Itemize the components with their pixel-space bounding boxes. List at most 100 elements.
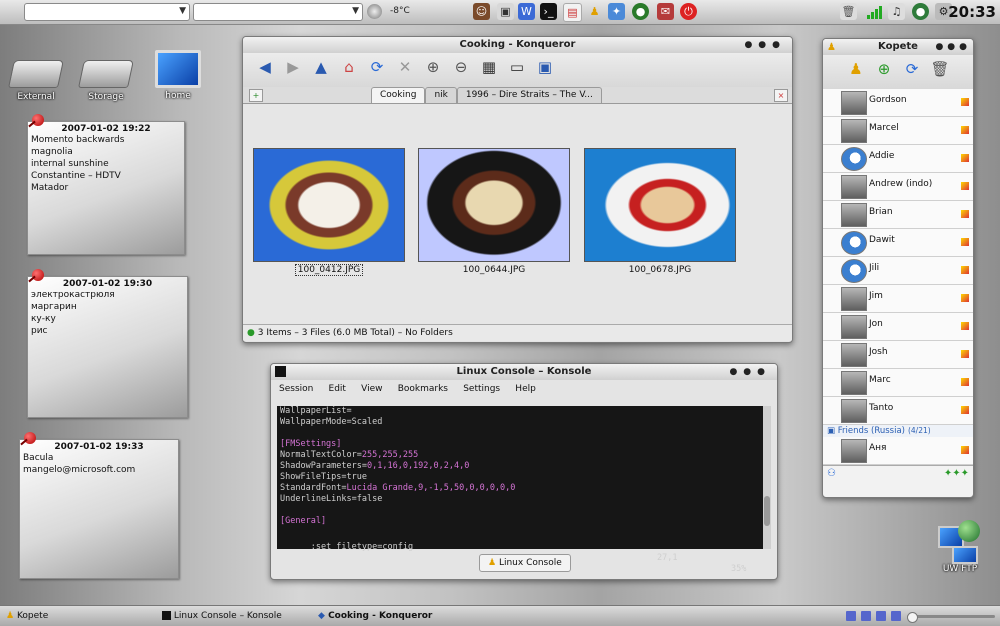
applications-icon[interactable]: ✦ [608, 3, 625, 20]
window-buttons[interactable]: ●●● [729, 364, 771, 380]
reload-icon[interactable]: ⟳ [900, 57, 924, 81]
icon-view-icon[interactable]: ▦ [477, 55, 501, 79]
reload-icon[interactable]: ⟳ [365, 55, 389, 79]
photo-thumbnail[interactable] [253, 148, 405, 262]
zoom-out-icon[interactable]: ⊖ [449, 55, 473, 79]
contact-item[interactable]: Dawit [823, 229, 973, 257]
desktop-icon-storage[interactable]: Storage [76, 52, 136, 102]
contact-item[interactable]: Andrew (indo) [823, 173, 973, 201]
task-konsole[interactable]: Linux Console – Konsole [162, 609, 282, 623]
tab-linux-console[interactable]: ♟ Linux Console [479, 554, 571, 572]
file-item[interactable]: 100_0644.JPG [418, 148, 570, 275]
trash-icon[interactable]: 🗑 [928, 57, 952, 81]
computer-icon[interactable]: ▣ [497, 3, 514, 20]
konqueror-tabbar: + Cooking nik 1996 – Dire Straits – The V.… [243, 87, 792, 104]
stop-icon[interactable]: ✕ [393, 55, 417, 79]
note-line: электрокастрюля [31, 290, 115, 300]
note-1[interactable]: 2007-01-02 19:22 Momento backwards magno… [27, 121, 185, 255]
home-icon[interactable]: ⌂ [337, 55, 361, 79]
detail-view-icon[interactable]: ▭ [505, 55, 529, 79]
next-track-icon[interactable] [891, 611, 901, 621]
command-combo[interactable]: ▼ [24, 3, 190, 21]
task-kopete[interactable]: ♟ Kopete [6, 609, 48, 623]
image-view-icon[interactable]: ▣ [533, 55, 557, 79]
konqueror-titlebar[interactable]: Cooking - Konqueror ●●● [243, 37, 792, 53]
clock[interactable]: 20:33 [948, 3, 996, 21]
mail-icon[interactable]: ✉ [657, 3, 674, 20]
user-avatar-icon[interactable]: ☺ [473, 3, 490, 20]
contact-item[interactable]: Marcel [823, 117, 973, 145]
menu-edit[interactable]: Edit [329, 384, 346, 394]
kopete-window[interactable]: ♟ Kopete ●●● ♟ ⊕ ⟳ 🗑 Gordson Marcel Addie Andr… [822, 38, 974, 498]
contact-item[interactable]: Tanto [823, 397, 973, 425]
zoom-in-icon[interactable]: ⊕ [421, 55, 445, 79]
note-3[interactable]: 2007-01-02 19:33 Bacula mangelo@microsof… [19, 439, 179, 579]
task-konqueror[interactable]: ◆ Cooking - Konqueror [318, 609, 432, 623]
browser-globe-icon[interactable]: ● [632, 3, 649, 20]
note-2[interactable]: 2007-01-02 19:30 электрокастрюля маргари… [27, 276, 188, 418]
play-icon[interactable] [861, 611, 871, 621]
forward-icon[interactable]: ▶ [281, 55, 305, 79]
kopete-titlebar[interactable]: ♟ Kopete ●●● [823, 39, 973, 55]
terminal-scrollbar[interactable] [763, 406, 771, 549]
shutdown-icon[interactable]: ⏻ [680, 3, 697, 20]
menu-settings[interactable]: Settings [463, 384, 500, 394]
new-tab-icon[interactable]: + [249, 89, 263, 102]
calendar-icon[interactable]: ▤ [563, 3, 582, 22]
add-contact-icon[interactable]: ⊕ [872, 57, 896, 81]
kopete-icon[interactable]: ♟ [586, 3, 603, 20]
contact-item[interactable]: Jim [823, 285, 973, 313]
contact-item[interactable]: Josh [823, 341, 973, 369]
slider-handle[interactable] [907, 612, 918, 623]
network-globe-icon[interactable]: ● [912, 3, 929, 20]
desktop-icon-home[interactable]: home [148, 46, 208, 101]
up-icon[interactable]: ▲ [309, 55, 333, 79]
contact-group-header[interactable]: ▣ Friends (Russia) (4/21) [823, 425, 973, 437]
photo-thumbnail[interactable] [418, 148, 570, 262]
desktop-icon-uw-ftp[interactable]: UW FTP [930, 520, 990, 574]
track-progress-slider[interactable] [907, 612, 995, 623]
contact-item[interactable]: Marc [823, 369, 973, 397]
konsole-window[interactable]: Linux Console – Konsole ●●● Session Edit… [270, 363, 778, 580]
writer-icon[interactable]: W [518, 3, 535, 20]
desktop-icon-external[interactable]: External [6, 52, 66, 102]
terminal-icon[interactable]: ›_ [540, 3, 557, 20]
photo-thumbnail[interactable] [584, 148, 736, 262]
contact-item[interactable]: Brian [823, 201, 973, 229]
status-icon[interactable]: ♟ [844, 57, 868, 81]
contact-item[interactable]: Jon [823, 313, 973, 341]
contact-item[interactable]: Addie [823, 145, 973, 173]
window-buttons[interactable]: ●●● [744, 37, 786, 53]
menu-view[interactable]: View [361, 384, 382, 394]
contact-item[interactable]: Jili [823, 257, 973, 285]
menu-session[interactable]: Session [279, 384, 313, 394]
contact-item[interactable]: Аня [823, 437, 973, 465]
scrollbar-thumb[interactable] [764, 496, 770, 526]
contact-list[interactable]: Gordson Marcel Addie Andrew (indo) Brian Dawi… [823, 89, 973, 465]
contact-name: Jili [869, 263, 880, 273]
contact-item[interactable]: Gordson [823, 89, 973, 117]
file-item[interactable]: 100_0412.JPG [253, 148, 405, 276]
file-item[interactable]: 100_0678.JPG [584, 148, 736, 275]
stop-icon[interactable] [876, 611, 886, 621]
close-tab-icon[interactable]: × [774, 89, 788, 102]
window-buttons[interactable]: ●●● [935, 39, 971, 55]
audio-mixer-icon[interactable]: ♫ [888, 3, 905, 20]
account-icon[interactable]: ⚇ [827, 466, 836, 482]
konsole-titlebar[interactable]: Linux Console – Konsole ●●● [271, 364, 777, 380]
file-view[interactable]: 100_0412.JPG 100_0644.JPG 100_0678.JPG [243, 104, 792, 324]
trash-icon[interactable]: 🗑 [840, 3, 857, 20]
tab-cooking[interactable]: Cooking [371, 87, 426, 103]
search-combo[interactable]: ▼ [193, 3, 363, 21]
back-icon[interactable]: ◀ [253, 55, 277, 79]
tab-dire-straits[interactable]: 1996 – Dire Straits – The V... [456, 87, 602, 103]
previous-track-icon[interactable] [846, 611, 856, 621]
signal-strength-icon[interactable] [866, 5, 884, 19]
tab-nik[interactable]: nik [425, 87, 457, 103]
menu-help[interactable]: Help [515, 384, 536, 394]
konqueror-window[interactable]: Cooking - Konqueror ●●● ◀ ▶ ▲ ⌂ ⟳ ✕ ⊕ ⊖ ▦ ▭ ▣ + Co… [242, 36, 793, 343]
weather-icon[interactable] [367, 4, 382, 19]
terminal-view[interactable]: WallpaperList= WallpaperMode=Scaled [FMSet… [277, 406, 763, 574]
menu-bookmarks[interactable]: Bookmarks [398, 384, 448, 394]
protocol-icons[interactable]: ✦✦✦ [944, 466, 969, 482]
